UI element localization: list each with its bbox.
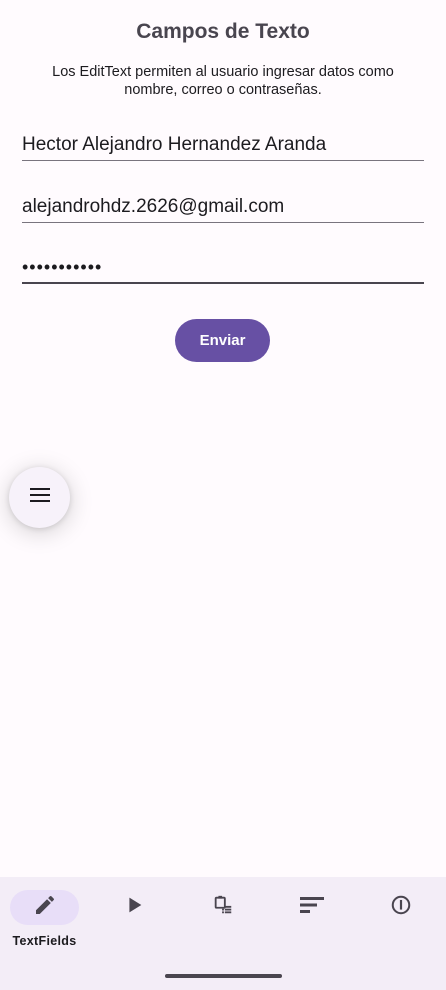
email-field[interactable]: alejandrohdz.2626@gmail.com <box>22 189 424 223</box>
info-icon <box>390 894 412 921</box>
nav-item-clipboard[interactable] <box>178 877 267 957</box>
pencil-icon <box>33 893 57 922</box>
nav-item-play[interactable] <box>89 877 178 957</box>
nav-item-info[interactable] <box>356 877 445 957</box>
nav-item-label: TextFields <box>12 934 77 948</box>
password-field[interactable]: ••••••••••• <box>22 250 424 284</box>
clipboard-list-icon <box>212 894 234 921</box>
menu-fab-button[interactable] <box>9 467 70 528</box>
name-field[interactable]: Hector Alejandro Hernandez Aranda <box>22 127 424 161</box>
active-indicator <box>10 890 79 925</box>
page-description: Los EditText permiten al usuario ingresa… <box>52 64 394 98</box>
send-button[interactable]: Enviar <box>175 319 270 362</box>
nav-item-sort[interactable] <box>267 877 356 957</box>
play-icon <box>123 894 145 921</box>
menu-icon <box>29 488 50 507</box>
gesture-handle[interactable] <box>165 974 282 978</box>
sort-lines-icon <box>299 895 324 920</box>
page-title: Campos de Texto <box>136 20 310 43</box>
nav-item-textfields[interactable]: TextFields <box>0 877 89 957</box>
